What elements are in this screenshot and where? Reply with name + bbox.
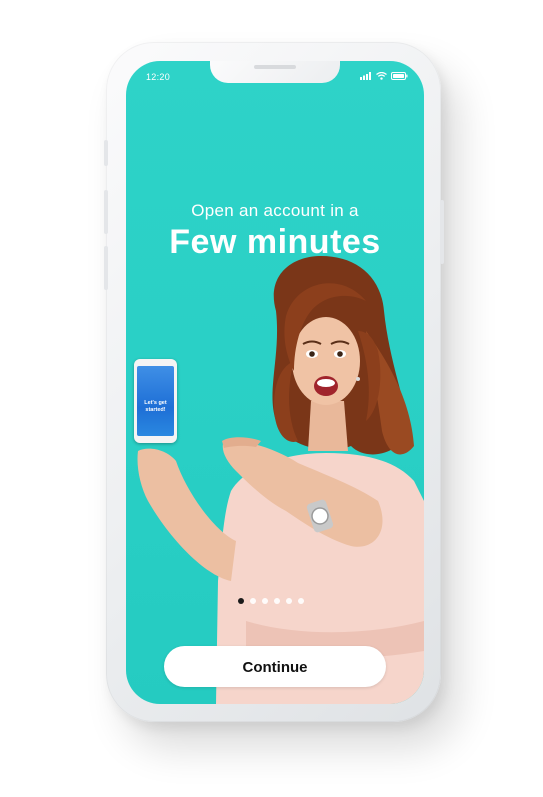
phone-speaker bbox=[254, 65, 296, 69]
handheld-phone-text: Let's get started! bbox=[144, 400, 167, 413]
pagination-dot[interactable] bbox=[250, 598, 256, 604]
headline-big: Few minutes bbox=[169, 223, 381, 261]
pagination-dot[interactable] bbox=[274, 598, 280, 604]
signal-icon bbox=[360, 72, 371, 80]
phone-side-button bbox=[104, 246, 108, 290]
phone-side-button bbox=[104, 190, 108, 234]
phone-side-button bbox=[104, 140, 108, 166]
pagination-dot-active[interactable] bbox=[238, 598, 244, 604]
battery-icon bbox=[391, 72, 408, 80]
phone-side-button bbox=[440, 200, 444, 264]
handheld-phone-screen: Let's get started! bbox=[137, 366, 174, 436]
pagination-dots bbox=[238, 598, 304, 604]
handheld-phone: Let's get started! bbox=[134, 359, 177, 443]
wifi-icon bbox=[376, 72, 387, 80]
continue-button[interactable]: Continue bbox=[164, 646, 386, 687]
pagination-dot[interactable] bbox=[262, 598, 268, 604]
pagination-dot[interactable] bbox=[298, 598, 304, 604]
phone-notch bbox=[210, 61, 340, 83]
status-icons bbox=[360, 72, 408, 80]
headline-small: Open an account in a bbox=[191, 201, 359, 220]
status-time: 12:20 bbox=[146, 72, 171, 82]
pagination-dot[interactable] bbox=[286, 598, 292, 604]
